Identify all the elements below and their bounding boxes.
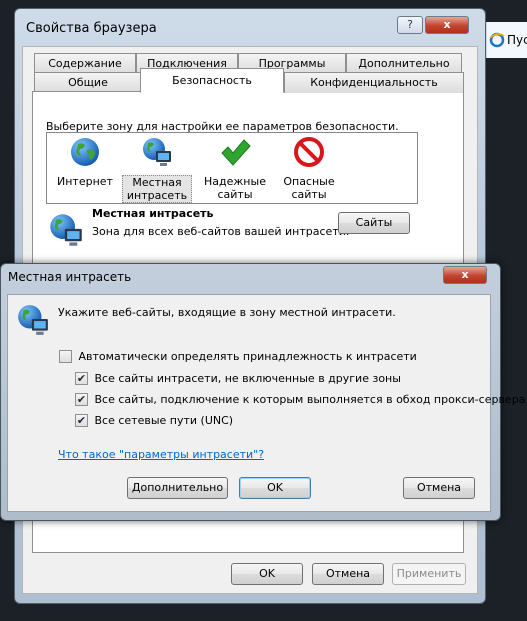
intranet-sites-label: Все сайты интрасети, не включенные в дру… (94, 371, 401, 385)
option-unc-paths[interactable]: ✔ Все сетевые пути (UNC) (75, 413, 233, 427)
dialog-close-button[interactable]: x (443, 266, 487, 284)
tab-security[interactable]: Безопасность (140, 68, 284, 93)
tab-privacy[interactable]: Конфиденциальность (284, 72, 464, 93)
zone-local-intranet-label: Местная интрасеть (126, 176, 188, 202)
intranet-large-icon (50, 214, 82, 246)
bg-cancel-button[interactable]: Отмена (312, 563, 384, 585)
auto-detect-checkbox[interactable] (59, 349, 72, 363)
dialog-ok-button[interactable]: OK (239, 477, 311, 499)
zone-local-intranet[interactable]: Местная интрасеть (122, 136, 192, 203)
tab-content[interactable]: Содержание (34, 53, 136, 74)
bypass-proxy-checkbox[interactable]: ✔ (75, 392, 88, 406)
zone-internet-label: Интернет (57, 175, 113, 188)
unc-paths-checkbox[interactable]: ✔ (75, 413, 88, 427)
bg-ok-button[interactable]: OK (231, 563, 303, 585)
ie-logo-icon (489, 32, 505, 48)
zone-restricted-sites[interactable]: Опасные сайты (274, 136, 344, 201)
window-title: Свойства браузера (26, 21, 157, 36)
globe-icon (71, 138, 99, 166)
unc-paths-label: Все сетевые пути (UNC) (94, 413, 234, 427)
apply-button[interactable]: Применить (392, 563, 466, 585)
intranet-sites-checkbox[interactable]: ✔ (75, 371, 88, 385)
browser-tab-text: Пус (507, 33, 527, 47)
option-intranet-sites[interactable]: ✔ Все сайты интрасети, не включенные в д… (75, 371, 401, 385)
tab-general[interactable]: Общие (34, 72, 142, 93)
help-button[interactable]: ? (397, 16, 423, 34)
desktop: { "background_window": { "title": "Свойс… (0, 0, 527, 621)
restricted-icon (294, 137, 324, 167)
selected-zone-title: Местная интрасеть (92, 207, 214, 220)
checkmark-icon (221, 139, 251, 166)
close-button[interactable]: x (425, 16, 469, 34)
intranet-settings-help-link[interactable]: Что такое "параметры интрасети"? (58, 448, 264, 461)
dialog-title: Местная интрасеть (8, 270, 132, 284)
zone-trusted-label: Надежные сайты (204, 175, 266, 201)
zone-trusted-sites[interactable]: Надежные сайты (200, 136, 270, 201)
sites-button[interactable]: Сайты (338, 212, 410, 234)
intranet-icon (143, 138, 171, 166)
option-bypass-proxy[interactable]: ✔ Все сайты, подключение к которым выпол… (75, 392, 525, 406)
dialog-advanced-button[interactable]: Дополнительно (127, 477, 228, 499)
dialog-instruction: Укажите веб-сайты, входящие в зону местн… (58, 306, 396, 319)
dialog-intranet-icon (18, 305, 48, 335)
auto-detect-option[interactable]: Автоматически определять принадлежность … (59, 349, 417, 363)
browser-tab-strip: Пус (486, 22, 527, 58)
dialog-cancel-button[interactable]: Отмена (403, 477, 475, 499)
zone-restricted-label: Опасные сайты (283, 175, 335, 201)
bypass-proxy-label: Все сайты, подключение к которым выполня… (94, 392, 526, 406)
tab-advanced[interactable]: Дополнительно (346, 53, 462, 74)
selected-zone-description: Зона для всех веб-сайтов вашей интрасети… (92, 225, 350, 238)
zone-internet[interactable]: Интернет (50, 136, 120, 188)
auto-detect-label: Автоматически определять принадлежность … (78, 349, 417, 363)
